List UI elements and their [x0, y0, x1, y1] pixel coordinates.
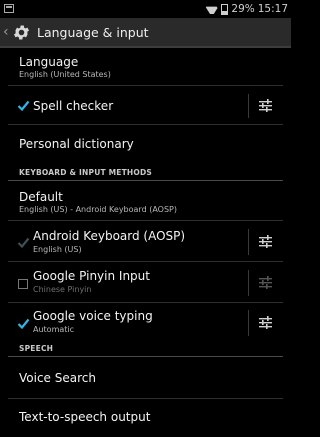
google-pinyin-item[interactable]: Google Pinyin Input Chinese Pinyin	[0, 262, 291, 301]
tune-settings-icon[interactable]	[258, 315, 273, 330]
android-keyboard-subtitle: English (US)	[33, 245, 82, 254]
personal-dictionary-item[interactable]: Personal dictionary	[0, 125, 291, 161]
google-voice-typing-subtitle: Automatic	[33, 325, 75, 334]
default-keyboard-item[interactable]: Default English (US) - Android Keyboard …	[0, 181, 291, 219]
notification-icon	[4, 4, 14, 13]
google-pinyin-title: Google Pinyin Input	[33, 269, 150, 283]
spell-checker-checkbox[interactable]	[17, 100, 30, 112]
text-to-speech-item[interactable]: Text-to-speech output	[0, 399, 291, 435]
google-pinyin-subtitle: Chinese Pinyin	[33, 285, 92, 294]
status-right: 29% 15:17	[205, 2, 288, 16]
clock: 15:17	[257, 3, 288, 15]
vertical-separator	[248, 94, 249, 118]
android-keyboard-checkbox	[17, 237, 30, 249]
status-bar: 29% 15:17	[0, 0, 291, 18]
checkbox-icon	[17, 100, 30, 112]
wifi-icon	[205, 4, 218, 14]
language-subtitle: English (United States)	[19, 70, 111, 79]
checkbox-icon	[17, 237, 30, 249]
keyboard-section-header: KEYBOARD & INPUT METHODS	[19, 168, 152, 177]
google-voice-typing-item[interactable]: Google voice typing Automatic	[0, 303, 291, 341]
language-item[interactable]: Language English (United States)	[0, 48, 291, 84]
speech-section-header: SPEECH	[19, 344, 54, 353]
back-icon[interactable]: ‹	[3, 25, 9, 39]
spell-checker-item[interactable]: Spell checker	[0, 86, 291, 124]
battery-icon	[221, 3, 229, 15]
settings-gear-icon[interactable]	[12, 23, 31, 42]
google-voice-typing-checkbox[interactable]	[17, 318, 30, 330]
personal-dictionary-title: Personal dictionary	[19, 137, 134, 151]
page-title: Language & input	[37, 24, 149, 40]
android-keyboard-item[interactable]: Android Keyboard (AOSP) English (US)	[0, 221, 291, 260]
battery-percentage: 29%	[231, 3, 255, 15]
tune-settings-icon[interactable]	[258, 98, 273, 113]
tune-settings-icon[interactable]	[258, 234, 273, 249]
voice-search-title: Voice Search	[19, 371, 96, 385]
default-subtitle: English (US) - Android Keyboard (AOSP)	[19, 205, 177, 214]
tune-settings-icon	[259, 276, 272, 289]
text-to-speech-title: Text-to-speech output	[19, 410, 151, 424]
language-title: Language	[19, 55, 79, 69]
android-keyboard-title: Android Keyboard (AOSP)	[33, 229, 186, 243]
google-voice-typing-title: Google voice typing	[33, 309, 153, 323]
vertical-separator	[248, 310, 249, 336]
voice-search-item[interactable]: Voice Search	[0, 357, 291, 397]
default-title: Default	[19, 190, 63, 204]
action-bar: ‹ Language & input	[0, 18, 291, 48]
google-pinyin-checkbox[interactable]	[18, 279, 28, 289]
checkbox-icon	[17, 318, 30, 330]
vertical-separator	[248, 270, 249, 296]
spell-checker-title: Spell checker	[33, 99, 114, 113]
vertical-separator	[248, 229, 249, 255]
